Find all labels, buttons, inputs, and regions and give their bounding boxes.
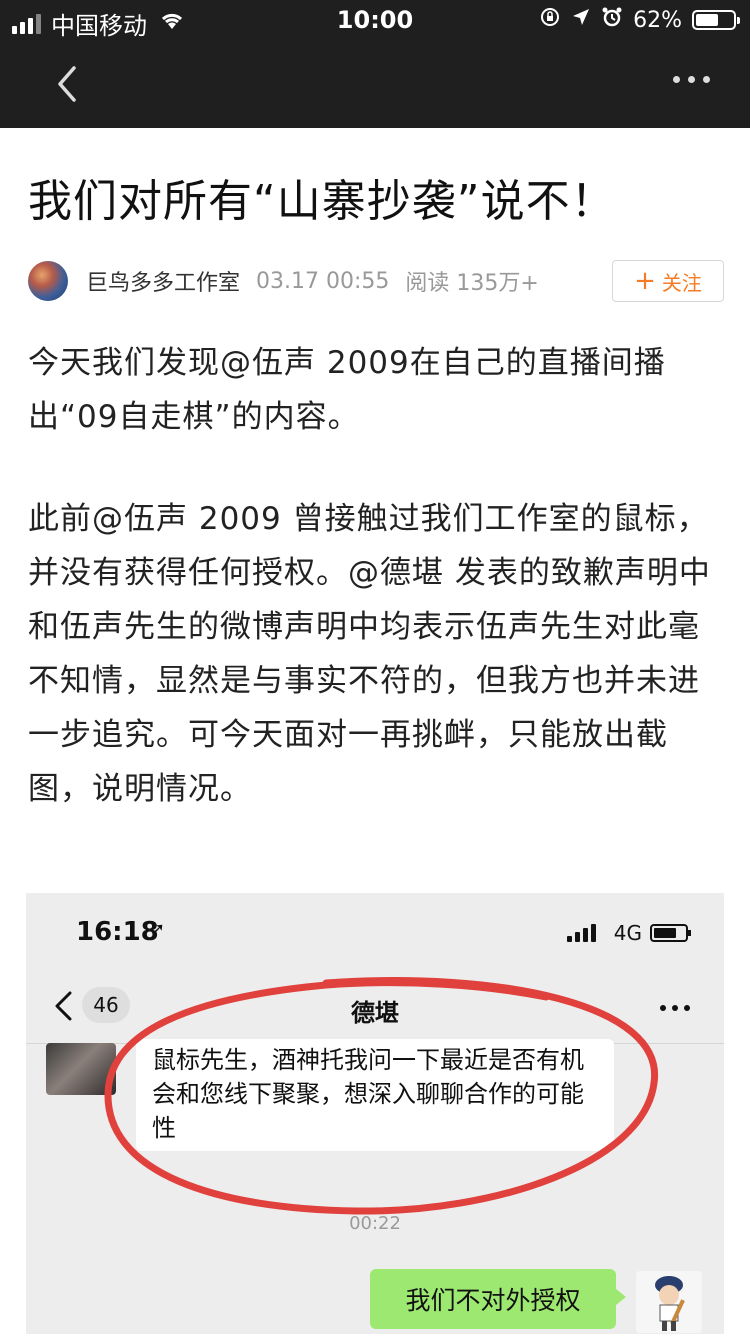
nav-bar [0,40,750,128]
user-avatar [636,1271,702,1333]
outgoing-message-text: 我们不对外授权 [405,1286,581,1315]
battery-icon [650,924,691,942]
signal-icon [566,924,596,942]
author-name[interactable]: 巨鸟多多工作室 [86,265,240,297]
battery-percent: 62% [633,7,682,33]
more-dots-icon [660,1005,690,1011]
article-meta: 巨鸟多多工作室 03.17 00:55 阅读 135万+ + 关注 [28,256,728,306]
screenshot-chat-header: 46 德堪 [26,973,724,1044]
alarm-icon [601,6,623,34]
chat-title: 德堪 [351,999,399,1027]
location-arrow-icon: ➚ [150,919,166,940]
network-type: 4G [613,921,642,945]
article-paragraph-1: 今天我们发现@伍声 2009在自己的直播间播出“09自走棋”的内容。 [28,345,666,435]
location-icon [571,7,591,33]
article-title: 我们对所有“山寨抄袭”说不！ [28,176,616,227]
embedded-chat-screenshot[interactable]: 16:18 ➚ 4G 46 德堪 鼠标先生，酒神托我问一下最近是否有机会和您线下… [26,893,724,1334]
message-timestamp: 00:22 [349,1213,401,1234]
publish-date: 03.17 00:55 [256,268,390,294]
article: 我们对所有“山寨抄袭”说不！ 巨鸟多多工作室 03.17 00:55 阅读 13… [28,150,728,816]
screenshot-status-right: 4G [566,921,691,945]
contact-avatar [46,1043,116,1095]
article-paragraph-2: 此前@伍声 2009 曾接触过我们工作室的鼠标，并没有获得任何授权。@德堪 发表… [28,501,711,807]
more-dots-icon[interactable] [673,76,710,83]
battery-icon [692,10,740,30]
follow-button[interactable]: + 关注 [612,260,724,302]
lock-rotation-icon [539,6,561,34]
outgoing-message-bubble: 我们不对外授权 [370,1269,626,1329]
status-right-group: 62% [539,6,740,34]
battery-fill [696,14,718,26]
status-bar: 中国移动 10:00 62% [0,0,750,40]
screenshot-status-bar: 16:18 ➚ 4G [26,893,724,973]
read-count: 阅读 135万+ [405,271,539,296]
author-avatar[interactable] [28,261,68,301]
back-chevron-icon[interactable] [48,64,88,104]
follow-label: 关注 [661,270,702,295]
screenshot-time: 16:18 [76,917,159,947]
incoming-message-bubble: 鼠标先生，酒神托我问一下最近是否有机会和您线下聚聚，想深入聊聊合作的可能性 [136,1039,614,1151]
plus-icon: + [634,266,656,296]
